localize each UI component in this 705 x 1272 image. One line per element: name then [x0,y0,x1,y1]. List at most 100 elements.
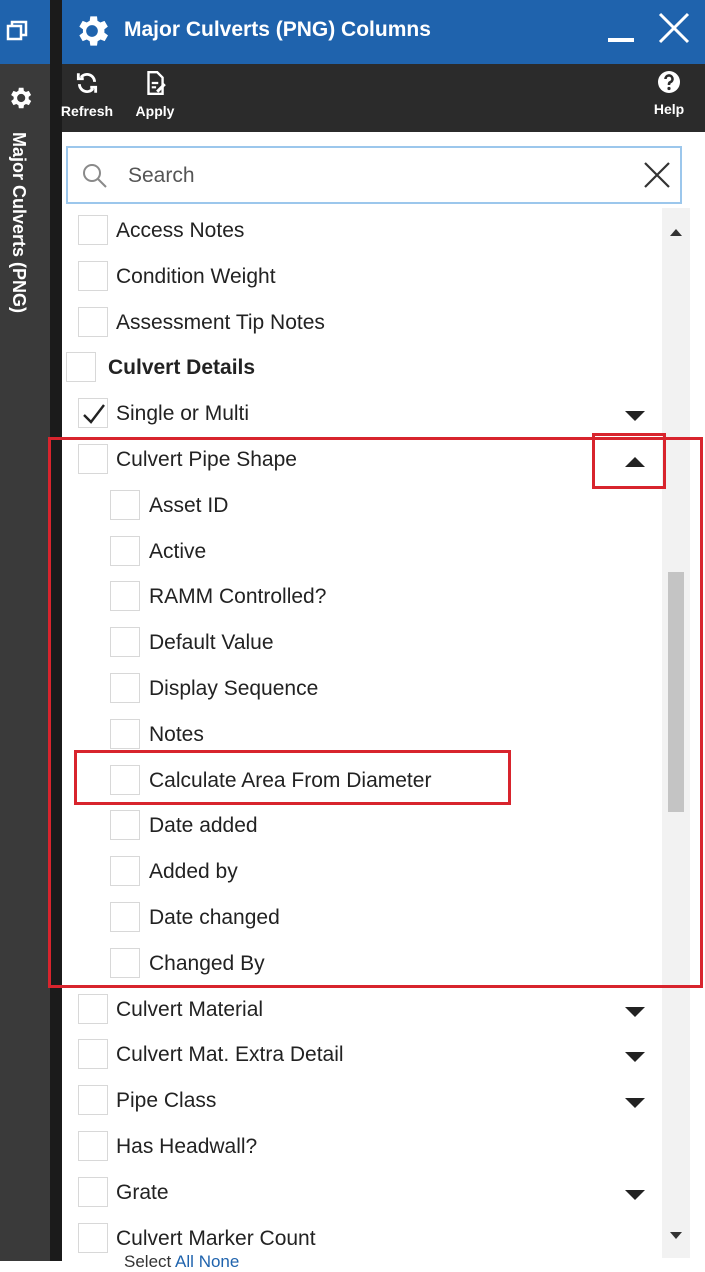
scrollbar[interactable] [662,208,690,1258]
column-row[interactable]: Default Value [62,620,658,666]
column-label: Assessment Tip Notes [116,310,325,334]
column-row[interactable]: Has Headwall? [62,1124,658,1170]
minimize-button[interactable] [602,16,642,52]
checkbox[interactable] [110,535,140,566]
column-label: Culvert Pipe Shape [116,448,297,471]
chevron-down-icon[interactable] [624,1188,646,1206]
checkbox[interactable] [110,902,140,932]
checkbox[interactable] [78,993,108,1024]
checkbox[interactable] [78,1222,108,1253]
checkbox[interactable] [78,1176,108,1207]
column-label: Display Sequence [149,677,319,700]
select-label: Select [124,1252,172,1271]
column-row[interactable]: Culvert Material [62,987,658,1033]
column-row[interactable]: Culvert Mat. Extra Detail [62,1032,658,1078]
column-label: Notes [149,722,204,746]
apply-button[interactable]: Apply [124,70,186,119]
column-label: Changed By [149,951,265,975]
column-row[interactable]: Display Sequence [62,666,658,712]
checkbox[interactable] [110,581,140,612]
apply-icon [142,70,168,100]
checkbox[interactable] [110,764,140,795]
column-row[interactable]: Asset ID [62,483,658,529]
checkbox[interactable] [78,215,108,245]
scroll-down-icon[interactable] [669,1228,683,1246]
column-row[interactable]: Notes [62,712,658,758]
column-label: Date changed [149,906,280,929]
search-input[interactable] [126,158,610,194]
column-row[interactable]: Condition Weight [62,254,658,300]
column-row[interactable]: Pipe Class [62,1078,658,1124]
chevron-up-icon[interactable] [624,455,646,473]
column-row[interactable]: Access Notes [62,208,658,254]
column-label: Culvert Marker Count [116,1226,316,1250]
column-row[interactable]: Active [62,529,658,575]
column-row[interactable]: Culvert Pipe Shape [62,437,658,483]
clear-search-icon[interactable] [642,160,672,195]
apply-label: Apply [135,103,175,119]
checkbox-checked[interactable] [78,398,108,429]
panel-title: Major Culverts (PNG) Columns [124,18,431,41]
select-none-link[interactable]: None [199,1252,240,1271]
checkbox[interactable] [78,444,108,474]
checkbox[interactable] [78,1085,108,1116]
refresh-button[interactable]: Refresh [56,70,118,119]
column-label: Date added [149,814,258,838]
scroll-up-icon[interactable] [669,224,683,242]
column-label: Single or Multi [116,402,250,426]
side-panel-header [0,0,50,64]
chevron-down-icon[interactable] [624,1050,646,1068]
column-row[interactable]: Added by [62,849,658,895]
select-all-link[interactable]: All [175,1252,194,1271]
scrollbar-thumb[interactable] [668,572,684,812]
side-panel-title[interactable]: Major Culverts (PNG) [8,132,29,313]
help-label: Help [653,101,685,117]
chevron-down-icon[interactable] [624,1005,646,1023]
checkbox[interactable] [78,306,108,337]
close-button[interactable] [656,10,696,50]
refresh-label: Refresh [60,103,114,119]
chevron-down-icon[interactable] [624,409,646,427]
column-row[interactable]: Grate [62,1170,658,1216]
column-label: Condition Weight [116,264,276,288]
column-label: Asset ID [149,493,229,517]
checkbox[interactable] [78,1039,108,1070]
column-label: Culvert Material [116,997,264,1021]
panel-divider [50,0,62,1261]
column-row[interactable]: Culvert Details [62,345,658,391]
checkbox[interactable] [110,718,140,749]
search-box [66,146,682,204]
chevron-down-icon[interactable] [624,1096,646,1114]
checkbox[interactable] [110,947,140,978]
column-label: Culvert Mat. Extra Detail [116,1043,344,1067]
checkbox[interactable] [110,489,140,520]
toolbar: Refresh Apply Help [61,64,705,132]
column-label: Pipe Class [116,1089,217,1113]
column-label: Access Notes [116,219,245,242]
checkbox[interactable] [78,260,108,291]
search-icon [82,163,108,194]
checkbox[interactable] [110,627,140,658]
column-row[interactable]: Single or Multi [62,391,658,437]
restore-window-icon[interactable] [6,20,28,47]
column-row[interactable]: Date changed [62,895,658,941]
column-row[interactable]: Assessment Tip Notes [62,300,658,346]
column-label: Added by [149,860,238,884]
column-label: Grate [116,1180,169,1204]
checkbox[interactable] [110,673,140,703]
column-row[interactable]: Date added [62,803,658,849]
column-label: Culvert Details [108,356,256,380]
checkbox[interactable] [66,352,96,383]
column-row[interactable]: Changed By [62,941,658,987]
checkbox[interactable] [110,810,140,841]
column-label: Default Value [149,631,274,655]
checkbox[interactable] [110,856,140,887]
help-button[interactable]: Help [638,70,700,117]
column-row[interactable]: RAMM Controlled? [62,574,658,620]
checkbox[interactable] [78,1131,108,1161]
column-label: Has Headwall? [116,1135,258,1158]
column-label: Active [149,539,207,563]
column-row[interactable]: Calculate Area From Diameter [62,758,658,804]
gear-icon[interactable] [6,84,34,117]
help-icon [657,71,681,98]
